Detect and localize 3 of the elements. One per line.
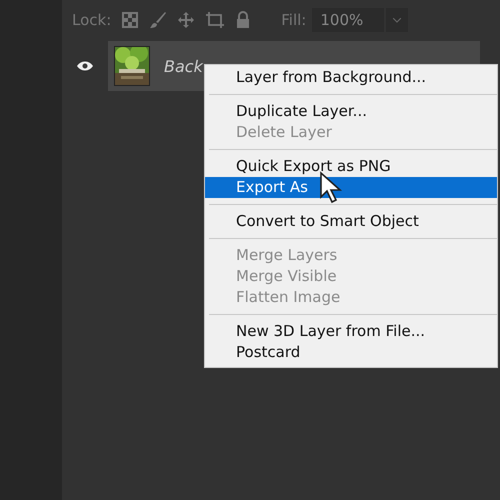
- lock-label: Lock:: [72, 11, 112, 29]
- layer-name: Back: [164, 56, 203, 76]
- fill-label: Fill:: [281, 11, 306, 29]
